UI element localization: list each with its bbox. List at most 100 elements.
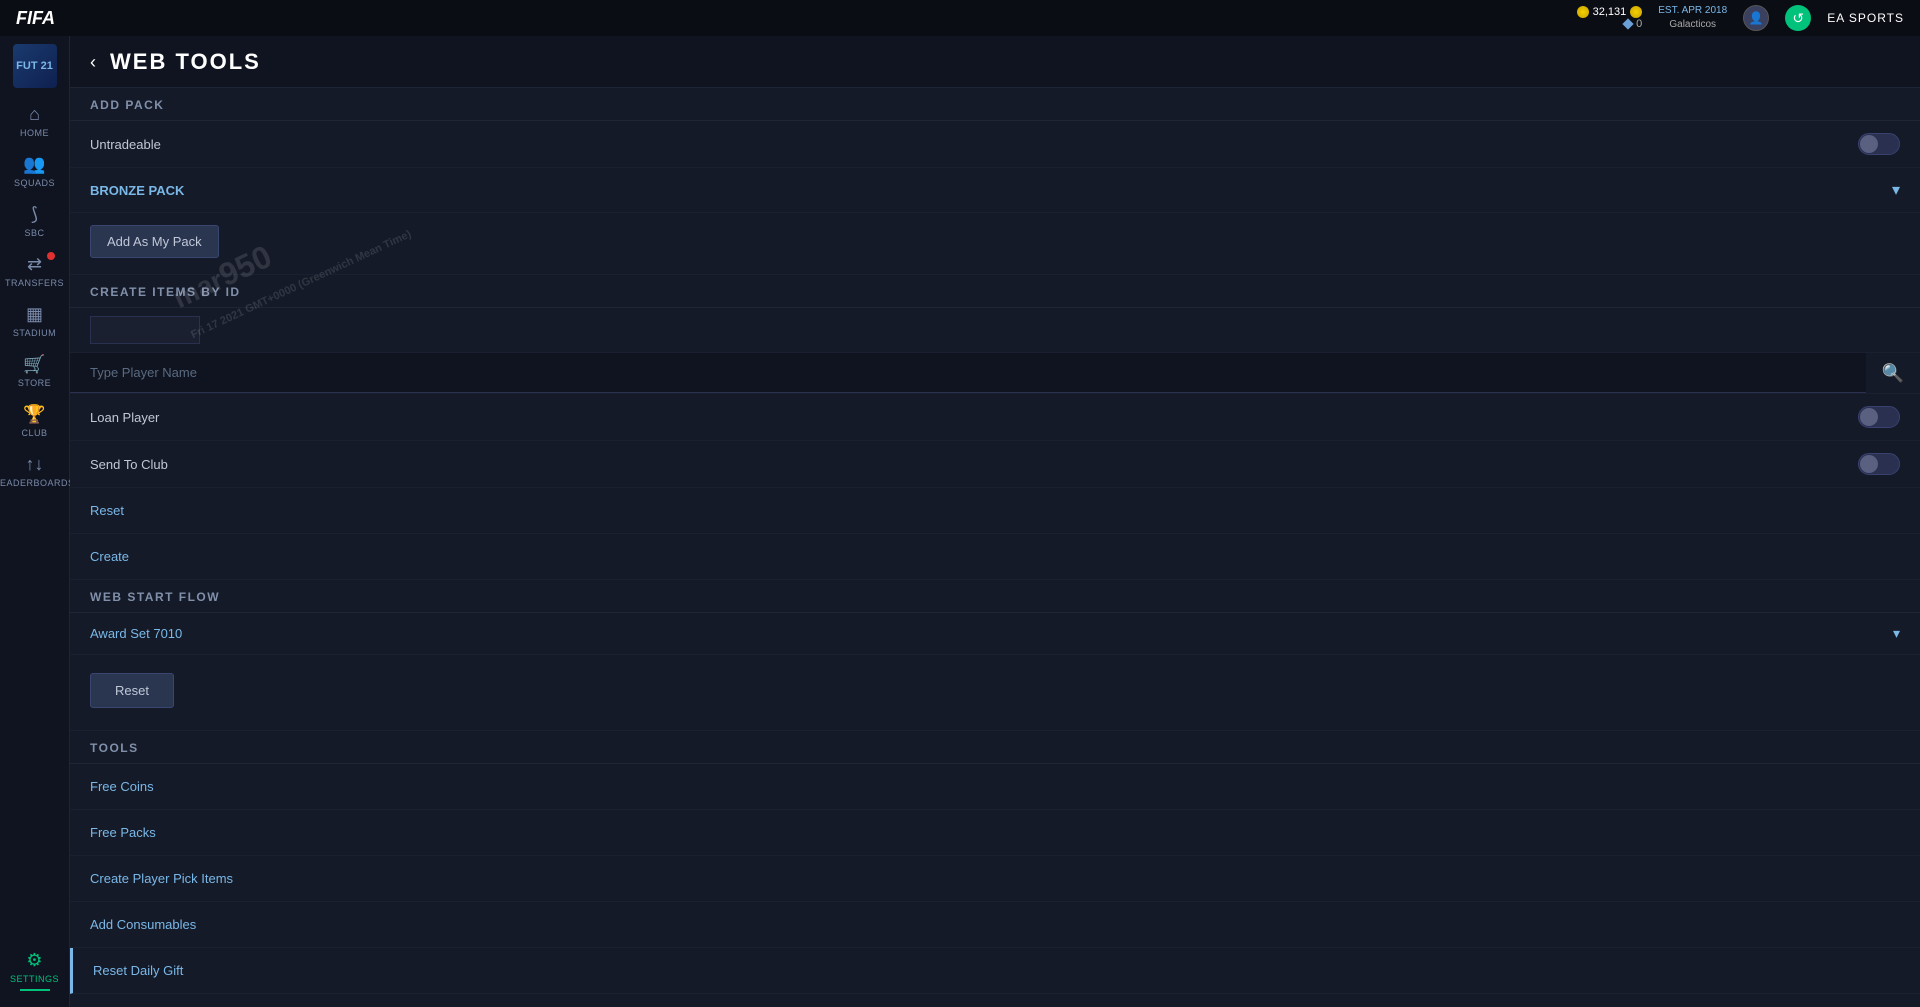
sidebar-item-label-home: HOME: [20, 128, 49, 138]
sidebar-item-squads[interactable]: 👥 SQUADS: [0, 146, 69, 196]
add-consumables-row[interactable]: Add Consumables: [70, 902, 1920, 948]
squads-icon: 👥: [23, 154, 45, 175]
sidebar-item-store[interactable]: 🛒 STORE: [0, 346, 69, 396]
ea-sports-logo: EA SPORTS: [1827, 11, 1904, 25]
sbc-icon: ⟆: [31, 204, 38, 225]
send-to-club-toggle-knob: [1860, 455, 1878, 473]
settings-icon: ⚙: [26, 950, 42, 971]
settings-underline: [20, 989, 50, 991]
loan-player-label: Loan Player: [90, 410, 159, 425]
free-packs-label: Free Packs: [90, 825, 156, 840]
est-label: EST. APR 2018: [1658, 4, 1727, 18]
avatar-icon: 👤: [1743, 5, 1769, 31]
pts-value: 0: [1636, 18, 1642, 30]
untradeable-row: Untradeable: [70, 121, 1920, 168]
sidebar-item-label-sbc: SBC: [24, 228, 44, 238]
store-icon: 🛒: [23, 354, 45, 375]
sidebar-item-label-stadium: STADIUM: [13, 328, 56, 338]
sidebar-item-leaderboards[interactable]: ↑↓ LEADERBOARDS: [0, 446, 69, 496]
untradeable-toggle-knob: [1860, 135, 1878, 153]
reset-daily-gift-row[interactable]: Reset Daily Gift: [70, 948, 1920, 994]
id-input-field[interactable]: [90, 316, 200, 344]
create-items-header: CREATE ITEMS BY ID: [70, 275, 1920, 308]
add-consumables-label: Add Consumables: [90, 917, 196, 932]
web-start-flow-header: WEB START FLOW: [70, 580, 1920, 613]
coins-amount: 32,131: [1577, 6, 1643, 18]
web-start-reset-button[interactable]: Reset: [90, 673, 174, 708]
sidebar-item-label-leaderboards: LEADERBOARDS: [0, 478, 75, 488]
fut-logo: FUT 21: [13, 44, 57, 88]
pts-diamond-icon: [1622, 18, 1633, 29]
trigger-captcha-row[interactable]: Trigger Captcha: [70, 994, 1920, 1007]
leaderboards-icon: ↑↓: [26, 454, 44, 475]
create-player-pick-row[interactable]: Create Player Pick Items: [70, 856, 1920, 902]
main-layout: FUT 21 ⌂ HOME 👥 SQUADS ⟆ SBC ⇄ TRANSFERS…: [0, 36, 1920, 1007]
sidebar-item-label-settings: SETTINGS: [10, 974, 59, 984]
tools-header: TOOLS: [70, 731, 1920, 764]
web-start-reset-container: Reset: [70, 655, 1920, 731]
coins-value: 32,131: [1593, 6, 1627, 18]
free-packs-row[interactable]: Free Packs: [70, 810, 1920, 856]
sidebar-item-sbc[interactable]: ⟆ SBC: [0, 196, 69, 246]
sidebar-item-label-transfers: TRANSFERS: [5, 278, 64, 288]
coins-block: 32,131 0: [1577, 6, 1643, 30]
sidebar-item-label-squads: SQUADS: [14, 178, 55, 188]
bronze-pack-chevron-icon: ▾: [1892, 180, 1900, 200]
free-coins-label: Free Coins: [90, 779, 154, 794]
award-set-label: Award Set 7010: [90, 626, 182, 641]
search-row: 🔍: [70, 353, 1920, 394]
loan-player-row: Loan Player: [70, 394, 1920, 441]
coin-icon: [1577, 6, 1589, 18]
club-name: Galacticos: [1658, 18, 1727, 32]
award-set-chevron-icon: ▾: [1893, 625, 1900, 642]
scroll-content[interactable]: mar950Fri 17 2021 GMT+0000 (Greenwich Me…: [70, 88, 1920, 1007]
pts-row: 0: [1624, 18, 1642, 30]
send-to-club-label: Send To Club: [90, 457, 168, 472]
search-button[interactable]: 🔍: [1866, 355, 1920, 392]
back-button[interactable]: ‹: [90, 53, 96, 71]
page-title: WEB TOOLS: [110, 49, 261, 75]
sidebar-item-settings[interactable]: ⚙ SETTINGS: [0, 942, 69, 999]
loan-player-toggle[interactable]: [1858, 406, 1900, 428]
send-to-club-toggle[interactable]: [1858, 453, 1900, 475]
sidebar-item-stadium[interactable]: ▦ STADIUM: [0, 296, 69, 346]
page-header: ‹ WEB TOOLS: [70, 36, 1920, 88]
create-player-pick-label: Create Player Pick Items: [90, 871, 233, 886]
reset-daily-gift-label: Reset Daily Gift: [93, 963, 183, 978]
refresh-icon[interactable]: ↺: [1785, 5, 1811, 31]
sidebar-item-label-store: STORE: [18, 378, 51, 388]
reset-create-items-row[interactable]: Reset: [70, 488, 1920, 534]
club-icon: 🏆: [23, 404, 45, 425]
content-area: ‹ WEB TOOLS mar950Fri 17 2021 GMT+0000 (…: [70, 36, 1920, 1007]
untradeable-toggle[interactable]: [1858, 133, 1900, 155]
sidebar: FUT 21 ⌂ HOME 👥 SQUADS ⟆ SBC ⇄ TRANSFERS…: [0, 36, 70, 1007]
add-as-my-pack-button[interactable]: Add As My Pack: [90, 225, 219, 258]
send-to-club-row: Send To Club: [70, 441, 1920, 488]
create-items-row[interactable]: Create: [70, 534, 1920, 580]
sidebar-item-home[interactable]: ⌂ HOME: [0, 96, 69, 146]
sidebar-item-label-club: CLUB: [21, 428, 47, 438]
add-pack-header: ADD PACK: [70, 88, 1920, 121]
top-bar-left: FIFA: [16, 8, 55, 29]
id-input-container: [70, 308, 1920, 353]
add-pack-btn-container: Add As My Pack: [70, 213, 1920, 275]
reset-create-items-label: Reset: [90, 503, 124, 518]
fifa-logo: FIFA: [16, 8, 55, 29]
transfers-badge: [47, 252, 55, 260]
bronze-pack-label: BRONZE PACK: [90, 183, 184, 198]
stadium-icon: ▦: [26, 304, 43, 325]
coin-icon-2: [1630, 6, 1642, 18]
sidebar-item-transfers[interactable]: ⇄ TRANSFERS: [0, 246, 69, 296]
player-name-search-input[interactable]: [70, 353, 1866, 393]
home-icon: ⌂: [29, 104, 40, 125]
untradeable-label: Untradeable: [90, 137, 161, 152]
bronze-pack-row[interactable]: BRONZE PACK ▾: [70, 168, 1920, 213]
loan-player-toggle-knob: [1860, 408, 1878, 426]
free-coins-row[interactable]: Free Coins: [70, 764, 1920, 810]
transfers-icon: ⇄: [27, 254, 42, 275]
award-set-dropdown[interactable]: Award Set 7010 ▾: [70, 613, 1920, 655]
sidebar-item-club[interactable]: 🏆 CLUB: [0, 396, 69, 446]
top-bar: FIFA 32,131 0 EST. APR 2018 Galacticos 👤…: [0, 0, 1920, 36]
top-bar-right: 32,131 0 EST. APR 2018 Galacticos 👤 ↺ EA…: [1577, 4, 1904, 32]
create-items-label: Create: [90, 549, 129, 564]
